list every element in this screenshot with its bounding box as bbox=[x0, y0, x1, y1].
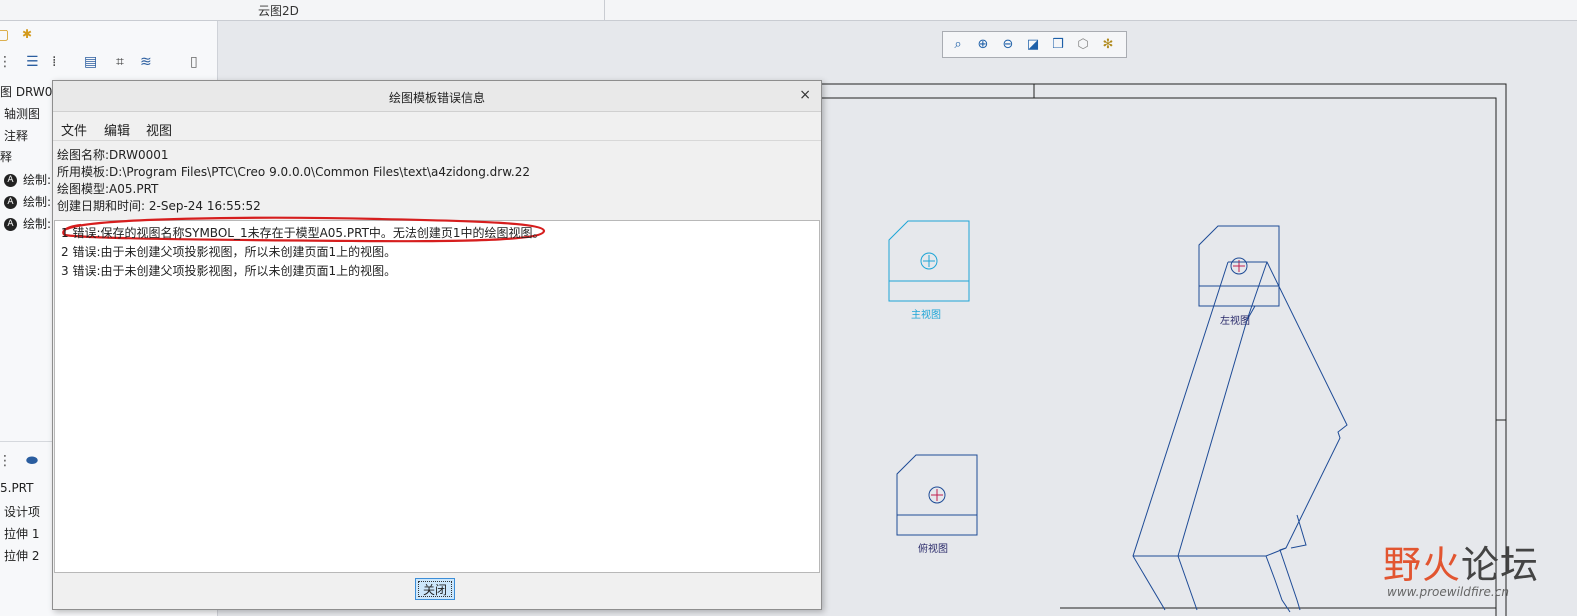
refit-icon[interactable]: ⌕ bbox=[947, 35, 969, 55]
menu-file[interactable]: 文件 bbox=[61, 120, 87, 139]
zoom-in-icon[interactable]: ⊕ bbox=[972, 35, 994, 55]
main-view bbox=[888, 220, 970, 302]
error-row-3[interactable]: 3 错误:由于未创建父项投影视图，所以未创建页面1上的视图。 bbox=[61, 262, 396, 279]
datum-display-icon[interactable]: ✻ bbox=[1097, 35, 1119, 55]
forum-watermark: 野火论坛 www.proewildfire.cn bbox=[1383, 545, 1539, 599]
main-view-label: 主视图 bbox=[911, 310, 941, 321]
menu-edit[interactable]: 编辑 bbox=[104, 120, 130, 139]
dialog-title-bar[interactable]: 绘图模板错误信息 × bbox=[53, 81, 821, 112]
zoom-out-icon[interactable]: ⊖ bbox=[997, 35, 1019, 55]
repaint-icon[interactable]: ◪ bbox=[1022, 35, 1044, 55]
top-view-label: 俯视图 bbox=[918, 544, 948, 555]
drawing-name: 绘图名称:DRW0001 bbox=[57, 148, 169, 162]
error-row-2[interactable]: 2 错误:由于未创建父项投影视图，所以未创建页面1上的视图。 bbox=[61, 243, 396, 260]
sheet-inner-border bbox=[820, 97, 1497, 616]
drawing-model: 绘图模型:A05.PRT bbox=[57, 182, 159, 196]
view-toolbar: ⌕ ⊕ ⊖ ◪ ❒ ⬡ ✻ bbox=[942, 31, 1127, 58]
error-row-1[interactable]: 1 错误:保存的视图名称SYMBOL_1未存在于模型A05.PRT中。无法创建页… bbox=[61, 224, 545, 241]
watermark-url: www.proewildfire.cn bbox=[1387, 585, 1509, 599]
drawing-info: 绘图名称:DRW0001 所用模板:D:\Program Files\PTC\C… bbox=[57, 147, 530, 215]
error-list[interactable]: 1 错误:保存的视图名称SYMBOL_1未存在于模型A05.PRT中。无法创建页… bbox=[54, 216, 820, 573]
template-error-dialog: 绘图模板错误信息 × 文件 编辑 视图 绘图名称:DRW0001 所用模板:D:… bbox=[52, 80, 822, 610]
shading-icon[interactable]: ⬡ bbox=[1072, 35, 1094, 55]
template-path: 所用模板:D:\Program Files\PTC\Creo 9.0.0.0\C… bbox=[57, 165, 531, 179]
sheet-outer-border bbox=[820, 83, 1507, 616]
left-view-label: 左视图 bbox=[1220, 316, 1250, 327]
close-button[interactable]: 关闭 bbox=[415, 578, 455, 600]
menu-view[interactable]: 视图 bbox=[146, 120, 172, 139]
left-view bbox=[1198, 225, 1280, 307]
created-datetime: 创建日期和时间: 2-Sep-24 16:55:52 bbox=[57, 199, 261, 213]
display-style-icon[interactable]: ❒ bbox=[1047, 35, 1069, 55]
watermark-logo: 野火论坛 bbox=[1383, 543, 1540, 587]
close-icon[interactable]: × bbox=[799, 87, 811, 103]
top-view bbox=[896, 454, 978, 536]
dialog-title: 绘图模板错误信息 bbox=[388, 91, 485, 105]
dialog-menu-bar: 文件 编辑 视图 bbox=[53, 112, 821, 141]
